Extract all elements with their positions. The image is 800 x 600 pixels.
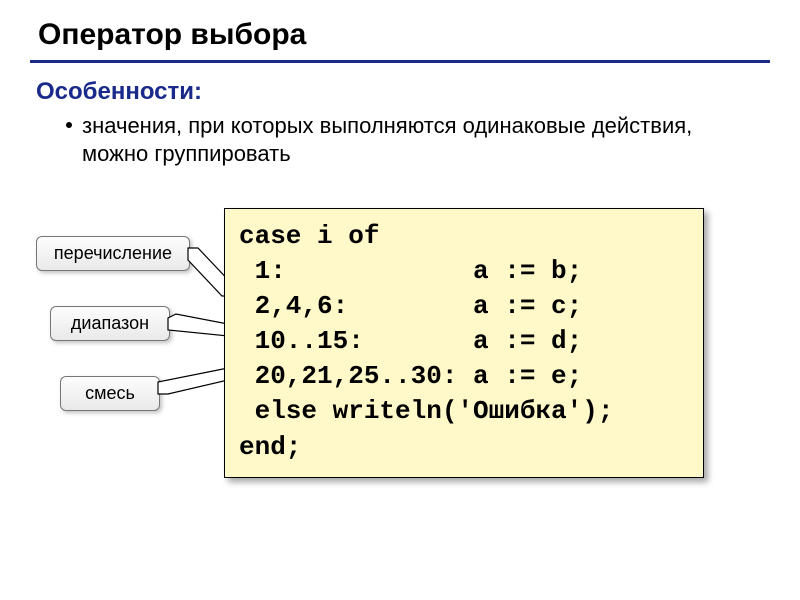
label-range: диапазон <box>50 306 170 341</box>
code-line: end; <box>239 432 301 462</box>
bullet-dot-icon <box>66 122 72 128</box>
title-rule <box>30 60 770 63</box>
code-block: case i of 1: a := b; 2,4,6: a := c; 10..… <box>224 208 704 478</box>
label-mix: смесь <box>60 376 160 411</box>
feature-bullet: значения, при которых выполняются одинак… <box>66 112 696 167</box>
code-line: else writeln('Ошибка'); <box>239 396 613 426</box>
pointer-range-icon <box>168 314 228 336</box>
code-line: 1: a := b; <box>239 256 582 286</box>
pointer-mix-icon <box>158 368 228 394</box>
label-enumeration: перечисление <box>36 236 190 271</box>
code-line: 20,21,25..30: a := e; <box>239 361 582 391</box>
features-heading: Особенности: <box>36 78 202 106</box>
code-line: case i of <box>239 221 379 251</box>
feature-text: значения, при которых выполняются одинак… <box>82 112 696 167</box>
slide-title: Оператор выбора <box>38 18 306 52</box>
code-line: 10..15: a := d; <box>239 326 582 356</box>
code-line: 2,4,6: a := c; <box>239 291 582 321</box>
